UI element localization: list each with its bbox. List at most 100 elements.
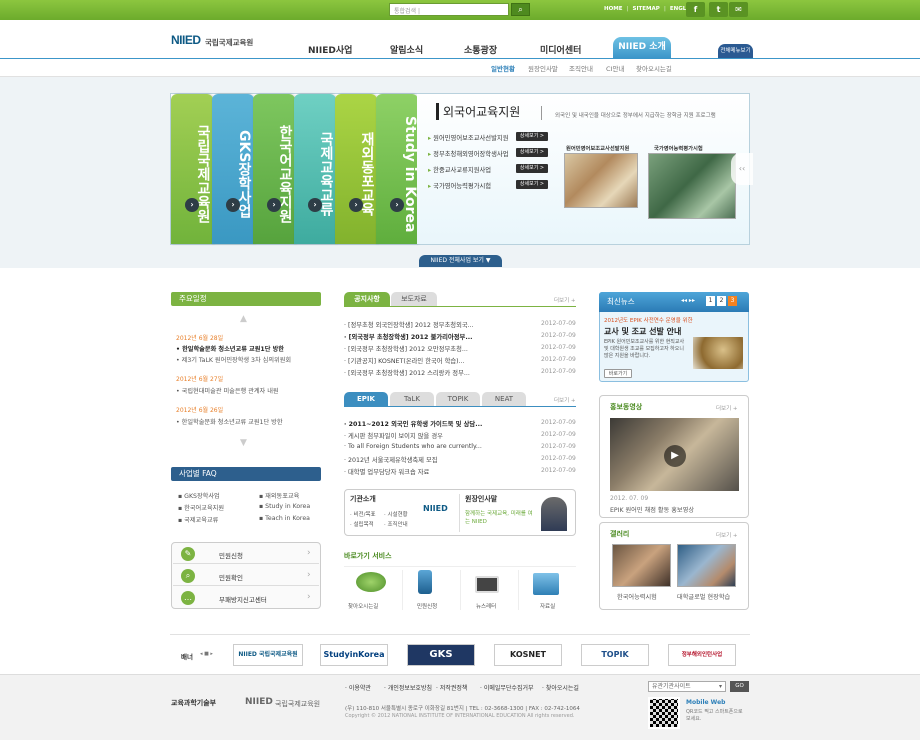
- schedule-item[interactable]: • 한일학술문화 청소년교류 교원1단 방한: [176, 344, 284, 353]
- sitemap-link[interactable]: SITEMAP: [633, 6, 660, 12]
- intro-link[interactable]: · 설립목적: [350, 520, 374, 528]
- subnav-location[interactable]: 찾아오시는길: [636, 63, 672, 73]
- faq-item[interactable]: ▪ Study in Korea: [259, 503, 310, 510]
- search-button[interactable]: ⌕: [511, 3, 530, 16]
- all-menu-button[interactable]: 전체메뉴보기 ▼: [718, 44, 753, 68]
- tab-epik[interactable]: EPIK: [344, 392, 388, 406]
- notice-row[interactable]: · [기관공지] KOSNET(온라인 한국어 학습)...: [344, 356, 465, 365]
- detail-link-1[interactable]: 원어민영어보조교사선발지원: [428, 133, 508, 142]
- banner-intern[interactable]: 정부해외인턴사업: [668, 644, 736, 666]
- notice-more-link[interactable]: 더보기 +: [554, 296, 576, 304]
- tab-niied[interactable]: 국립국제교육원 ›: [171, 94, 213, 244]
- schedule-item[interactable]: • 국립현대미술관 미술은행 관계자 내원: [176, 386, 279, 395]
- detail-link-4[interactable]: 국가영어능력평가시험: [428, 181, 491, 190]
- intro-link[interactable]: · 비전/목표: [350, 510, 376, 518]
- search-input[interactable]: 통합검색 |: [389, 3, 509, 16]
- faq-item[interactable]: ▪ 한국어교육지원: [178, 503, 224, 512]
- program-row[interactable]: · 대학별 업무담당자 워크숍 자료: [344, 467, 429, 476]
- faq-item[interactable]: ▪ 재외동포교육: [259, 491, 299, 500]
- faq-item[interactable]: ▪ GKS장학사업: [178, 491, 220, 500]
- program-row[interactable]: · 2011~2012 외국인 유학생 가이드북 및 상담...: [344, 419, 482, 428]
- tab-overseas[interactable]: 재외동포교육 ›: [335, 94, 377, 244]
- tab-notice[interactable]: 공지사항: [344, 292, 390, 306]
- detail-button-4[interactable]: 상세보기 >: [516, 180, 548, 189]
- subnav-greeting[interactable]: 원장인사말: [528, 63, 558, 73]
- all-business-button[interactable]: NIIED 전체사업 보기 ▼: [419, 255, 502, 267]
- quick-civil-check[interactable]: ⌕ 민원확인 ›: [173, 566, 319, 586]
- notice-row[interactable]: · [외국정부 초청장학생] 2012 불가리아정부...: [344, 332, 473, 341]
- footer-location-link[interactable]: · 찾아오시는길: [542, 683, 579, 692]
- gnb-media-center[interactable]: 미디어센터: [540, 43, 581, 56]
- gnb-niied-business[interactable]: NIIED사업: [308, 43, 352, 56]
- notice-row[interactable]: · [외국정부 초청장학생] 2012 스리랑카 정부...: [344, 368, 470, 377]
- phone-icon[interactable]: [418, 570, 432, 594]
- tab-study-in-korea[interactable]: Study in Korea ›: [376, 94, 418, 244]
- latest-page-2[interactable]: 2: [717, 296, 726, 306]
- banner-kosnet[interactable]: KOSNET: [494, 644, 562, 666]
- program-row[interactable]: · To all Foreign Students who are curren…: [344, 443, 482, 450]
- scroll-down-icon[interactable]: ▼: [240, 438, 247, 448]
- gnb-news[interactable]: 알림소식: [390, 43, 423, 56]
- latest-page-3[interactable]: 3: [728, 296, 737, 306]
- banner-gks[interactable]: GKS: [407, 644, 475, 666]
- gallery-caption-2[interactable]: 대학글로벌 현장학습: [677, 592, 730, 601]
- map-icon[interactable]: [356, 572, 386, 592]
- subnav-general[interactable]: 일반현황: [491, 63, 515, 73]
- scroll-up-icon[interactable]: ▲: [240, 314, 247, 324]
- tab-talk[interactable]: TaLK: [390, 392, 434, 406]
- shortcut-archive[interactable]: 자료실: [540, 602, 555, 610]
- facebook-icon[interactable]: f: [686, 2, 705, 17]
- detail-link-2[interactable]: 정부초청해외영어장학생사업: [428, 149, 508, 158]
- gallery-photo-2[interactable]: [677, 544, 736, 587]
- banner-niied[interactable]: NIIED 국립국제교육원: [233, 644, 303, 666]
- home-link[interactable]: HOME: [604, 6, 623, 12]
- play-icon[interactable]: ▶: [664, 445, 686, 467]
- program-row[interactable]: · 2012년 서울국제유학생축제 모집: [344, 455, 438, 464]
- faq-item[interactable]: ▪ 국제교육교류: [178, 515, 218, 524]
- banner-nav-icons[interactable]: ◂ ■ ▸: [200, 651, 213, 657]
- tab-neat[interactable]: NEAT: [482, 392, 526, 406]
- gallery-photo-1[interactable]: [612, 544, 671, 587]
- program-row[interactable]: · 게시판 첨부파일이 보이지 않을 경우: [344, 431, 443, 440]
- footer-copyright-link[interactable]: · 저작권정책: [436, 683, 467, 692]
- footer-email-link[interactable]: · 이메일무단수집거부: [480, 683, 534, 692]
- shortcut-civil[interactable]: 민원신청: [417, 602, 437, 610]
- intro-link[interactable]: · 조직안내: [384, 520, 408, 528]
- video-more-link[interactable]: 더보기 +: [716, 404, 738, 412]
- mail-icon[interactable]: ✉: [729, 2, 748, 17]
- notice-row[interactable]: · [외국정부 초청장학생] 2012 오만정부초청...: [344, 344, 468, 353]
- detail-link-3[interactable]: 한중교사교류지원사업: [428, 165, 491, 174]
- gallery-more-link[interactable]: 더보기 +: [716, 531, 738, 539]
- video-caption[interactable]: EPIK 원어민 채점 활동 홍보영상: [610, 505, 694, 514]
- shortcut-newsletter[interactable]: 뉴스레터: [476, 602, 496, 610]
- detail-button-2[interactable]: 상세보기 >: [516, 148, 548, 157]
- related-sites-go-button[interactable]: GO: [730, 681, 749, 692]
- next-arrow-icon[interactable]: ‹‹: [731, 153, 753, 185]
- notice-row[interactable]: · [정부초청 외국인장학생] 2012 정부초청외국...: [344, 320, 474, 329]
- faq-item[interactable]: ▪ Teach in Korea: [259, 515, 310, 522]
- programs-more-link[interactable]: 더보기 +: [554, 396, 576, 404]
- gnb-niied-intro[interactable]: NIIED 소개: [613, 37, 671, 58]
- latest-nav-icons[interactable]: ◂◂ ▸▸: [681, 297, 695, 304]
- quick-civil-apply[interactable]: ✎ 민원신청 ›: [173, 544, 319, 564]
- detail-button-3[interactable]: 상세보기 >: [516, 164, 548, 173]
- quick-anti-corruption[interactable]: … 부패방지신고센터 ›: [173, 588, 319, 608]
- gnb-community[interactable]: 소통광장: [464, 43, 497, 56]
- subnav-ci[interactable]: CI안내: [606, 63, 624, 73]
- related-sites-select[interactable]: 유관기관사이트 ▾: [648, 681, 726, 692]
- logo[interactable]: NIIED: [171, 33, 204, 47]
- schedule-item[interactable]: • 한일학술문화 청소년교류 교원1단 방한: [176, 417, 283, 426]
- tab-topik[interactable]: TOPIK: [436, 392, 480, 406]
- tab-gks[interactable]: GKS장학사업 ›: [212, 94, 254, 244]
- greeting-text[interactable]: 함께하는 국제교육, 미래를 여는 NIIED: [465, 510, 535, 526]
- tab-press[interactable]: 보도자료: [391, 292, 437, 306]
- latest-go-button[interactable]: 바로가기: [604, 369, 632, 378]
- twitter-icon[interactable]: t: [709, 2, 728, 17]
- banner-topik[interactable]: TOPIK: [581, 644, 649, 666]
- tab-korean[interactable]: 한국어교육지원 ›: [253, 94, 295, 244]
- footer-privacy-link[interactable]: · 개인정보보호방침: [384, 683, 432, 692]
- footer-terms-link[interactable]: · 이용약관: [345, 683, 371, 692]
- tab-exchange[interactable]: 국제교육교류 ›: [294, 94, 336, 244]
- folder-icon[interactable]: [533, 573, 559, 595]
- latest-headline[interactable]: 교사 및 조교 선발 안내: [604, 326, 681, 337]
